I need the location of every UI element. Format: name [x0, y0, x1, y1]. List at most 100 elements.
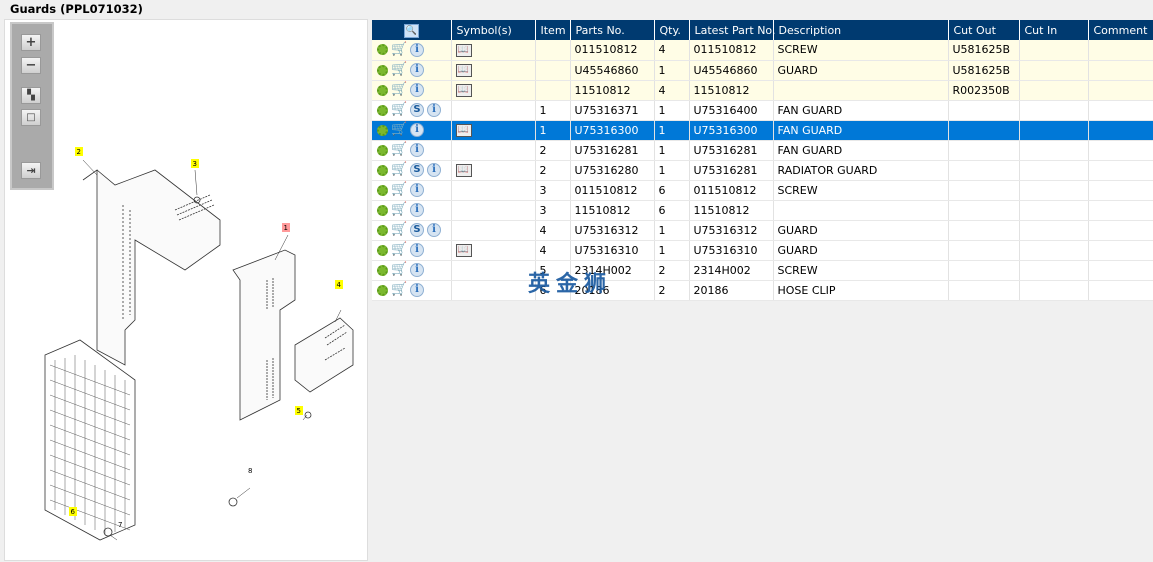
table-row[interactable]: 🛒 i 3 011510812 6 011510812 SCREW [372, 180, 1153, 201]
gear-icon[interactable] [377, 64, 388, 76]
comment-cell [1088, 40, 1153, 61]
supersession-icon[interactable]: S [410, 163, 424, 177]
book-search-icon[interactable]: 📖 [455, 243, 472, 257]
info-icon[interactable]: i [410, 283, 424, 297]
info-icon[interactable]: i [427, 163, 441, 177]
supersession-icon[interactable]: S [410, 103, 424, 117]
book-search-icon[interactable]: 📖 [455, 163, 472, 177]
info-icon[interactable]: i [410, 42, 424, 57]
book-search-icon[interactable]: 📖 [455, 63, 472, 77]
supersession-icon[interactable]: S [410, 223, 424, 237]
column-header[interactable]: Comment [1088, 20, 1153, 40]
cart-icon[interactable]: 🛒 [391, 283, 407, 296]
cart-icon[interactable]: 🛒 [391, 83, 407, 96]
cart-icon[interactable]: 🛒 [391, 183, 407, 196]
cart-icon[interactable]: 🛒 [391, 123, 407, 136]
column-header[interactable]: Cut In [1019, 20, 1089, 40]
cart-icon[interactable]: 🛒 [391, 163, 407, 176]
cart-icon[interactable]: 🛒 [391, 43, 407, 56]
desc-cell: FAN GUARD [773, 120, 949, 141]
callout-4[interactable]: 4 [337, 281, 342, 289]
info-icon[interactable]: i [410, 203, 424, 217]
callout-8[interactable]: 8 [248, 467, 252, 475]
table-row[interactable]: 🛒 i 📖 11510812 4 11510812 R002350B [372, 80, 1153, 101]
column-header[interactable]: Cut Out [948, 20, 1020, 40]
cutin-cell [1019, 40, 1089, 61]
info-icon[interactable]: i [410, 243, 424, 257]
info-icon[interactable]: i [410, 143, 424, 157]
gear-icon[interactable] [377, 244, 388, 256]
qty-cell: 1 [654, 140, 690, 161]
cart-icon[interactable]: 🛒 [391, 63, 407, 76]
callout-2[interactable]: 2 [77, 148, 81, 156]
table-row[interactable]: 🛒 i 📖 U45546860 1 U45546860 GUARD U581625B [372, 60, 1153, 81]
latest-cell: 11510812 [689, 80, 774, 101]
gear-icon[interactable] [377, 104, 388, 116]
info-icon[interactable]: i [410, 263, 424, 277]
table-row[interactable]: 🛒 i 2 U75316281 1 U75316281 FAN GUARD [372, 140, 1153, 161]
fit-view-button[interactable]: ▚ [21, 87, 41, 104]
info-icon[interactable]: i [410, 83, 424, 97]
table-row[interactable]: 🛒 i 3 11510812 6 11510812 [372, 200, 1153, 221]
column-header[interactable]: Symbol(s) [451, 20, 536, 40]
callout-1[interactable]: 1 [284, 224, 288, 232]
latest-cell: 20186 [689, 280, 774, 301]
cutout-cell [948, 120, 1020, 141]
table-row[interactable]: 🛒 i 📖 4 U75316310 1 U75316310 GUARD [372, 240, 1153, 261]
gear-icon[interactable] [377, 144, 388, 156]
info-icon[interactable]: i [410, 63, 424, 77]
column-header[interactable]: Item [535, 20, 571, 40]
column-search-icon[interactable]: 🔍 [372, 20, 452, 40]
info-icon[interactable]: i [410, 183, 424, 197]
part-cell: 11510812 [570, 200, 655, 221]
export-button[interactable]: ⇥ [21, 162, 41, 179]
column-header[interactable]: Qty. [654, 20, 690, 40]
table-row[interactable]: 🛒 i 6 20186 2 20186 HOSE CLIP [372, 280, 1153, 301]
gear-icon[interactable] [377, 44, 388, 56]
column-header[interactable]: Parts No. [570, 20, 655, 40]
desc-cell: FAN GUARD [773, 140, 949, 161]
cart-icon[interactable]: 🛒 [391, 223, 407, 236]
cart-icon[interactable]: 🛒 [391, 103, 407, 116]
comment-cell [1088, 220, 1153, 241]
cutout-cell [948, 220, 1020, 241]
callout-7[interactable]: 7 [118, 521, 122, 529]
symbols-cell: 📖 [451, 160, 536, 181]
qty-cell: 6 [654, 200, 690, 221]
table-row[interactable]: 🛒 i 5 2314H002 2 2314H002 SCREW [372, 260, 1153, 281]
diagram-pane[interactable]: 2 3 1 4 5 6 7 8 + − ▚ □ ⇥ [4, 19, 368, 561]
gear-icon[interactable] [377, 224, 388, 236]
table-row[interactable]: 🛒 i 📖 1 U75316300 1 U75316300 FAN GUARD [372, 120, 1153, 141]
callout-5[interactable]: 5 [297, 407, 301, 415]
gear-icon[interactable] [377, 204, 388, 216]
column-header[interactable]: Description [773, 20, 949, 40]
info-icon[interactable]: i [410, 123, 424, 137]
book-search-icon[interactable]: 📖 [455, 43, 472, 57]
book-search-icon[interactable]: 📖 [455, 83, 472, 97]
table-row[interactable]: 🛒 Si 📖 2 U75316280 1 U75316281 RADIATOR GUARD [372, 160, 1153, 181]
info-icon[interactable]: i [427, 103, 441, 117]
callout-3[interactable]: 3 [193, 160, 197, 168]
gear-icon[interactable] [377, 124, 388, 136]
gear-icon[interactable] [377, 84, 388, 96]
callout-6[interactable]: 6 [71, 508, 76, 516]
actual-size-button[interactable]: □ [21, 109, 41, 126]
table-row[interactable]: 🛒 Si 4 U75316312 1 U75316312 GUARD [372, 220, 1153, 241]
table-row[interactable]: 🛒 Si 1 U75316371 1 U75316400 FAN GUARD [372, 100, 1153, 121]
gear-icon[interactable] [377, 164, 388, 176]
cart-icon[interactable]: 🛒 [391, 263, 407, 276]
qty-cell: 1 [654, 240, 690, 261]
gear-icon[interactable] [377, 284, 388, 296]
column-header[interactable]: Latest Part No. [689, 20, 775, 40]
gear-icon[interactable] [377, 264, 388, 276]
zoom-in-button[interactable]: + [21, 34, 41, 51]
info-icon[interactable]: i [427, 223, 441, 237]
row-actions: 🛒 i [372, 200, 452, 221]
gear-icon[interactable] [377, 184, 388, 196]
table-row[interactable]: 🛒 i 📖 011510812 4 011510812 SCREW U581625B [372, 40, 1153, 61]
zoom-out-button[interactable]: − [21, 57, 41, 74]
book-search-icon[interactable]: 📖 [455, 123, 472, 137]
cart-icon[interactable]: 🛒 [391, 243, 407, 256]
cart-icon[interactable]: 🛒 [391, 143, 407, 156]
cart-icon[interactable]: 🛒 [391, 203, 407, 216]
